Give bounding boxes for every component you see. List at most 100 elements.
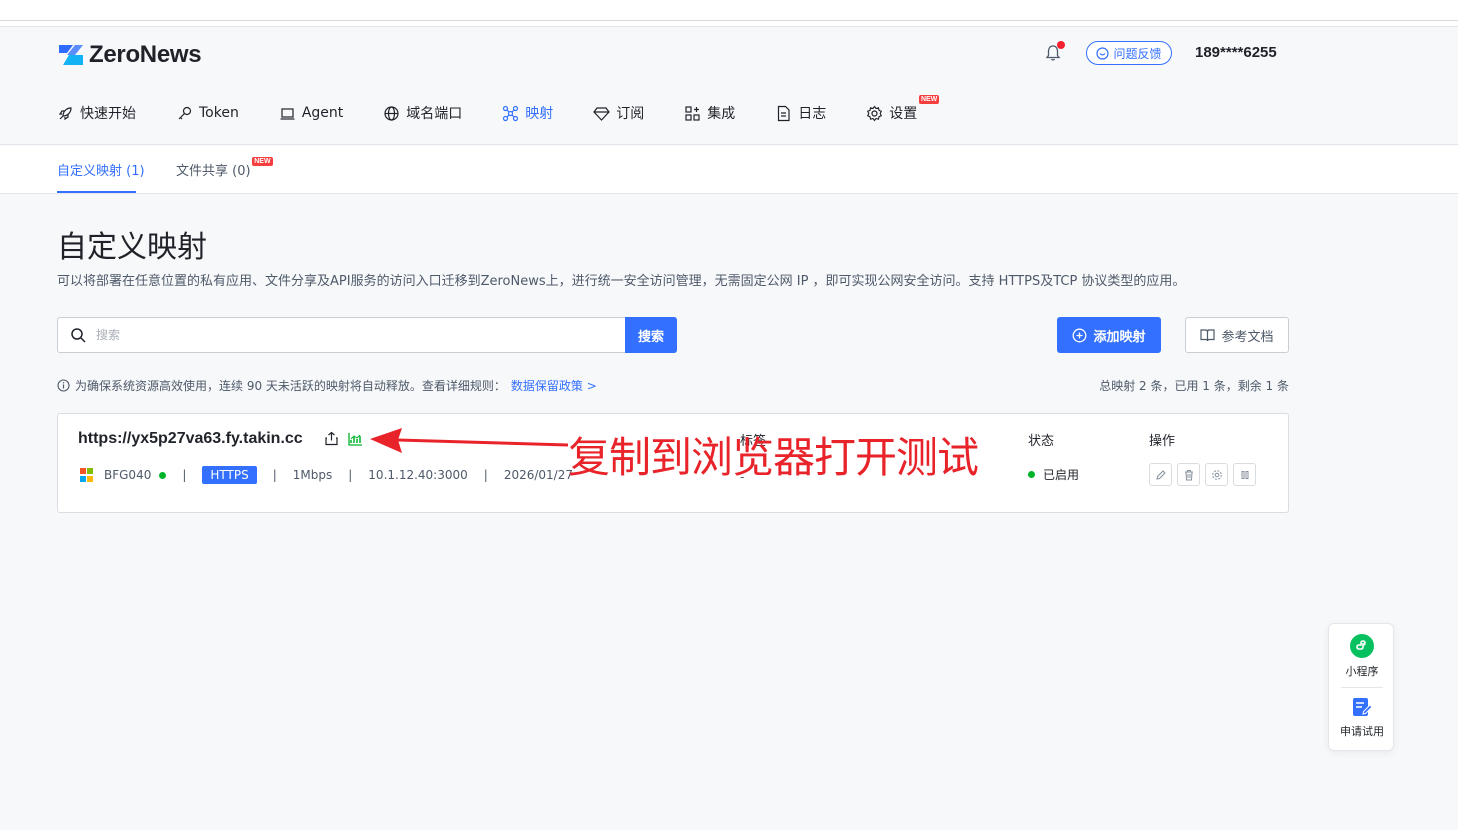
search-icon xyxy=(71,328,86,343)
key-icon xyxy=(178,106,192,119)
nav-label: 订阅 xyxy=(616,106,645,122)
reference-docs-button[interactable]: 参考文档 xyxy=(1185,317,1289,353)
feedback-icon xyxy=(1096,46,1110,60)
status-badge: 已启用 xyxy=(1028,466,1079,483)
rocket-icon xyxy=(58,106,72,120)
data-retention-policy-link[interactable]: 数据保留政策 > xyxy=(511,377,597,394)
windows-icon xyxy=(80,468,94,482)
miniapp-icon xyxy=(1350,634,1374,658)
gear-icon xyxy=(1211,469,1222,480)
created-date: 2026/01/27 xyxy=(503,468,573,482)
retention-notice: 为确保系统资源高效使用，连续 90 天未活跃的映射将自动释放。查看详细规则： 数… xyxy=(57,377,597,394)
add-mapping-label: 添加映射 xyxy=(1093,329,1146,345)
feedback-label: 问题反馈 xyxy=(1113,46,1162,61)
form-edit-icon xyxy=(1353,698,1373,716)
mapping-url[interactable]: https://yx5p27va63.fy.takin.cc xyxy=(78,430,303,448)
apps-icon xyxy=(685,105,700,121)
user-account[interactable]: 189****6255 xyxy=(1195,44,1277,61)
nav-label: Agent xyxy=(301,105,344,121)
brand-name: ZeroNews xyxy=(89,41,202,68)
settings-button[interactable] xyxy=(1205,463,1228,486)
info-icon xyxy=(57,379,70,392)
divider xyxy=(1341,687,1383,688)
protocol-tag: HTTPS xyxy=(202,466,257,484)
status-text: 已启用 xyxy=(1043,468,1080,482)
separator: | xyxy=(348,468,353,482)
feedback-button[interactable]: 问题反馈 xyxy=(1086,41,1172,65)
file-icon xyxy=(778,105,790,121)
apply-trial-label: 申请试用 xyxy=(1340,725,1384,738)
network-icon xyxy=(503,105,519,121)
bandwidth: 1Mbps xyxy=(292,468,333,482)
brand-logo[interactable]: ZeroNews xyxy=(57,41,202,69)
annotation-arrow-icon xyxy=(370,428,568,453)
floating-panel: 小程序 申请试用 xyxy=(1328,623,1394,751)
main-nav: 快速开始 Token Agent 域名端口 映射 订阅 集成 日志 设置 NEW xyxy=(57,95,957,124)
add-mapping-button[interactable]: 添加映射 xyxy=(1057,317,1161,353)
plus-circle-icon xyxy=(1073,328,1087,342)
trash-icon xyxy=(1184,469,1193,480)
page-title: 自定义映射 xyxy=(57,230,207,265)
status-column-header: 状态 xyxy=(1028,434,1055,449)
agent-name: BFG040 xyxy=(104,468,152,482)
active-tab-indicator xyxy=(57,191,136,193)
tab-file-share[interactable]: 文件共享 (0) NEW xyxy=(176,157,273,179)
book-icon xyxy=(1200,329,1216,342)
search-input[interactable] xyxy=(96,323,616,347)
nav-label: 设置 xyxy=(889,106,918,122)
nav-label: Token xyxy=(199,105,239,121)
nav-item-token[interactable]: Token xyxy=(176,105,239,122)
tab-label: 文件共享 (0) xyxy=(176,164,251,179)
new-badge: NEW xyxy=(918,95,940,104)
browser-top-strip xyxy=(0,0,1458,27)
nav-item-quickstart[interactable]: 快速开始 xyxy=(57,103,136,123)
search-button[interactable]: 搜索 xyxy=(625,317,677,353)
globe-icon xyxy=(384,105,399,121)
search-field[interactable] xyxy=(57,317,677,353)
mapping-summary: 总映射 2 条，已用 1 条，剩余 1 条 xyxy=(1099,379,1289,393)
nav-item-logs[interactable]: 日志 xyxy=(775,103,826,123)
nav-item-mapping[interactable]: 映射 xyxy=(502,103,553,123)
miniapp-label: 小程序 xyxy=(1345,665,1379,678)
nav-label: 映射 xyxy=(525,106,554,122)
nav-item-subscription[interactable]: 订阅 xyxy=(593,103,644,123)
page-description: 可以将部署在任意位置的私有应用、文件分享及API服务的访问入口迁移到ZeroNe… xyxy=(57,274,1186,289)
edit-button[interactable] xyxy=(1149,463,1172,486)
delete-button[interactable] xyxy=(1177,463,1200,486)
row-actions xyxy=(1149,463,1256,486)
gear-icon xyxy=(867,105,883,121)
annotation-text: 复制到浏览器打开测试 xyxy=(568,433,979,482)
nav-item-domain-port[interactable]: 域名端口 xyxy=(383,103,462,123)
pause-button[interactable] xyxy=(1233,463,1256,486)
laptop-icon xyxy=(280,107,295,120)
nav-item-agent[interactable]: Agent xyxy=(279,105,343,122)
diamond-icon xyxy=(593,106,611,121)
new-badge: NEW xyxy=(252,157,273,166)
mapping-meta: BFG040 | HTTPS | 1Mbps | 10.1.12.40:3000… xyxy=(80,466,573,484)
reference-docs-label: 参考文档 xyxy=(1221,329,1274,345)
pencil-icon xyxy=(1155,469,1166,480)
notification-bell[interactable] xyxy=(1044,41,1065,63)
header: ZeroNews 问题反馈 189****6255 快速开始 Token Age… xyxy=(0,27,1458,145)
traffic-chart-icon[interactable] xyxy=(348,432,363,446)
nav-label: 集成 xyxy=(707,106,736,122)
nav-label: 日志 xyxy=(798,106,827,122)
apply-trial-button[interactable]: 申请试用 xyxy=(1329,696,1395,739)
status-dot xyxy=(1028,471,1035,478)
separator: | xyxy=(182,468,187,482)
tab-custom-mapping[interactable]: 自定义映射 (1) xyxy=(57,160,145,179)
target-address: 10.1.12.40:3000 xyxy=(368,468,468,482)
pause-icon xyxy=(1241,470,1248,479)
nav-label: 域名端口 xyxy=(406,106,463,122)
nav-item-integration[interactable]: 集成 xyxy=(684,103,735,123)
notice-text: 为确保系统资源高效使用，连续 90 天未活跃的映射将自动释放。查看详细规则： xyxy=(75,379,506,393)
share-icon[interactable] xyxy=(324,431,339,446)
agent-online-dot xyxy=(159,471,167,479)
subtab-bar: 自定义映射 (1) 文件共享 (0) NEW xyxy=(0,146,1458,194)
nav-item-settings[interactable]: 设置 NEW xyxy=(866,95,940,123)
miniapp-button[interactable]: 小程序 xyxy=(1329,634,1395,679)
nav-label: 快速开始 xyxy=(80,106,136,122)
ops-column-header: 操作 xyxy=(1149,434,1176,449)
zeronews-logo-icon xyxy=(59,45,83,65)
separator: | xyxy=(483,468,488,482)
